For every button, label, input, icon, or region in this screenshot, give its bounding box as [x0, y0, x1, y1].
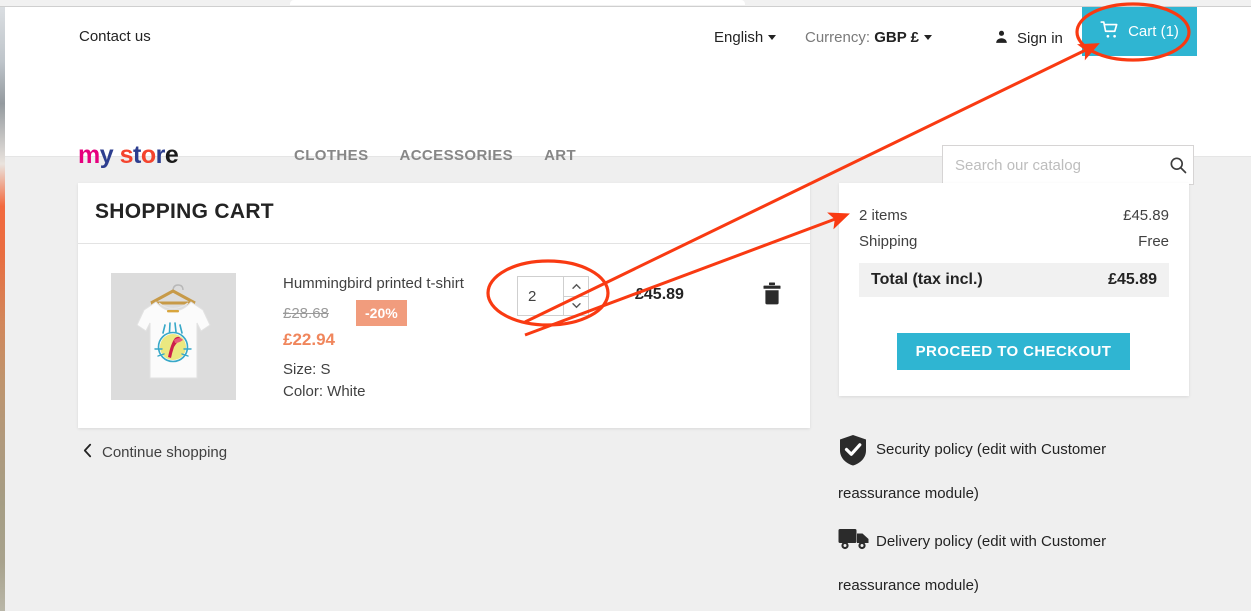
sign-in-label: Sign in [1017, 30, 1063, 47]
shield-check-icon [838, 434, 868, 466]
continue-shopping-label: Continue shopping [102, 444, 227, 461]
product-price-discounted: £22.94 [283, 330, 335, 350]
shopping-cart-icon [1100, 20, 1120, 44]
card-divider [78, 243, 810, 244]
order-summary-panel: 2 items £45.89 Shipping Free Total (tax … [839, 183, 1189, 396]
summary-row-shipping: Shipping Free [859, 233, 1169, 250]
quantity-input[interactable]: 2 [518, 277, 563, 315]
summary-shipping-value: Free [1138, 233, 1169, 250]
shopping-cart-card: SHOPPING CART [78, 183, 810, 428]
language-label: English [714, 29, 763, 46]
line-item-total: £45.89 [635, 286, 684, 304]
logo-letter: o [141, 141, 156, 170]
logo-letter: m [78, 141, 100, 170]
product-price-original: £28.68 [283, 305, 329, 322]
product-thumbnail[interactable] [111, 273, 236, 400]
remove-item-button[interactable] [762, 282, 782, 305]
nav-item-art[interactable]: ART [544, 147, 576, 164]
main-navigation: CLOTHES ACCESSORIES ART [294, 147, 576, 164]
reassurance-delivery-text: Delivery policy (edit with Customer reas… [838, 533, 1106, 594]
delivery-truck-icon [838, 526, 871, 552]
chevron-down-icon [768, 35, 776, 40]
browser-page: Contact us English Currency: GBP £ Sign … [0, 0, 1251, 611]
logo-letter: r [156, 141, 165, 170]
search-input[interactable] [943, 147, 1166, 183]
reassurance-security: Security policy (edit with Customer reas… [838, 428, 1168, 516]
summary-row-total: Total (tax incl.) £45.89 [859, 263, 1169, 297]
trash-icon [762, 292, 782, 309]
summary-items-value: £45.89 [1123, 207, 1169, 224]
chevron-left-icon [83, 443, 92, 462]
summary-total-value: £45.89 [1108, 271, 1157, 289]
reassurance-delivery: Delivery policy (edit with Customer reas… [838, 520, 1168, 608]
summary-total-label: Total (tax incl.) [871, 271, 983, 289]
chevron-down-icon [924, 35, 932, 40]
nav-item-accessories[interactable]: ACCESSORIES [399, 147, 513, 164]
page-title: SHOPPING CART [95, 200, 274, 224]
cart-button[interactable]: Cart (1) [1082, 7, 1197, 56]
search-icon[interactable] [1166, 155, 1200, 175]
search-bar[interactable] [942, 145, 1194, 185]
language-selector[interactable]: English [714, 29, 776, 46]
browser-tab[interactable] [290, 0, 745, 5]
user-icon [993, 28, 1010, 49]
cart-label: Cart (1) [1128, 23, 1179, 40]
currency-value: GBP £ [874, 29, 919, 46]
product-attribute-size: Size: S [283, 361, 331, 378]
quantity-spinner [563, 277, 588, 315]
quantity-increase-button[interactable] [564, 277, 588, 297]
site-logo[interactable]: my store [78, 141, 178, 170]
discount-badge: -20% [356, 300, 407, 326]
product-name[interactable]: Hummingbird printed t-shirt [283, 275, 464, 292]
currency-label: Currency: [805, 29, 870, 46]
product-attribute-color: Color: White [283, 383, 366, 400]
logo-letter: e [165, 141, 178, 170]
top-utility-bar: Contact us English Currency: GBP £ Sign … [5, 7, 1251, 57]
reassurance-security-text: Security policy (edit with Customer reas… [838, 441, 1106, 502]
nav-item-clothes[interactable]: CLOTHES [294, 147, 368, 164]
quantity-decrease-button[interactable] [564, 297, 588, 316]
proceed-to-checkout-button[interactable]: PROCEED TO CHECKOUT [897, 333, 1130, 370]
logo-letter: s [120, 141, 133, 170]
summary-items-label: 2 items [859, 207, 907, 224]
logo-letter: t [133, 141, 141, 170]
sign-in-link[interactable]: Sign in [993, 28, 1063, 49]
logo-letter: y [100, 141, 113, 170]
currency-selector[interactable]: Currency: GBP £ [805, 29, 932, 46]
contact-us-link[interactable]: Contact us [79, 28, 151, 45]
summary-row-items: 2 items £45.89 [859, 207, 1169, 224]
summary-shipping-label: Shipping [859, 233, 917, 250]
quantity-stepper[interactable]: 2 [517, 276, 589, 316]
continue-shopping-link[interactable]: Continue shopping [83, 443, 227, 462]
site-header: my store CLOTHES ACCESSORIES ART [5, 56, 1251, 157]
